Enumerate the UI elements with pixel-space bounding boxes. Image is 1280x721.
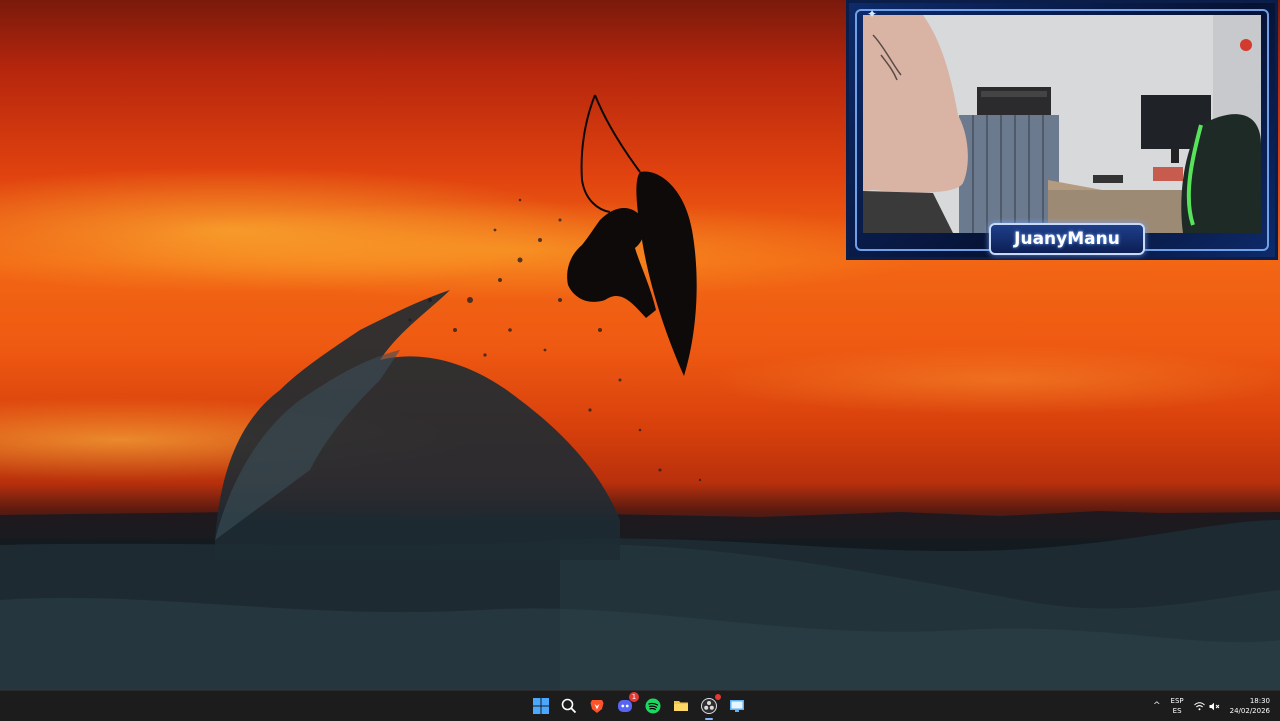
- spotify-button[interactable]: [642, 695, 664, 717]
- taskbar-apps: 1: [530, 691, 748, 721]
- wifi-icon: [1193, 701, 1205, 710]
- discord-notification-badge: 1: [629, 692, 639, 702]
- sparkle-icon: ✦: [867, 7, 878, 21]
- keyboard-layout: ES: [1172, 707, 1182, 715]
- language-indicator[interactable]: ESP ES: [1171, 696, 1184, 716]
- clock-date: 24/02/2026: [1229, 707, 1270, 715]
- start-button[interactable]: [530, 695, 552, 717]
- clock-time: 18:30: [1249, 697, 1270, 705]
- obs-recording-dot: [715, 694, 721, 700]
- streamer-nameplate: JuanyManu: [989, 223, 1145, 255]
- obs-button[interactable]: [698, 694, 721, 720]
- webcam-feed: [863, 15, 1261, 233]
- windows-start-icon: [533, 698, 549, 714]
- show-hidden-icons-button[interactable]: ^: [1153, 701, 1161, 711]
- webcam-scene: [863, 15, 1261, 233]
- discord-button[interactable]: 1: [614, 692, 639, 717]
- system-tray: ^ ESP ES 18:30 24/02/2026: [1153, 691, 1270, 721]
- folder-icon: [674, 701, 688, 711]
- quick-settings-button[interactable]: [1193, 701, 1220, 711]
- brave-browser-icon: [590, 700, 604, 713]
- language-code: ESP: [1170, 697, 1184, 705]
- obs-icon: [701, 698, 717, 714]
- remote-desktop-button[interactable]: [726, 695, 748, 717]
- streamer-name: JuanyManu: [1014, 229, 1120, 249]
- monitor-app-icon: [730, 700, 744, 712]
- taskbar: 1 ^ ESP ES 18:30 24/02/2026: [0, 690, 1280, 721]
- file-explorer-button[interactable]: [670, 695, 692, 717]
- search-icon: [561, 698, 577, 714]
- volume-muted-icon: [1209, 702, 1219, 710]
- clock[interactable]: 18:30 24/02/2026: [1230, 696, 1270, 716]
- webcam-overlay: ✦ JuanyManu: [846, 0, 1278, 260]
- spotify-icon: [645, 698, 661, 714]
- search-button[interactable]: [558, 695, 580, 717]
- brave-button[interactable]: [586, 695, 608, 717]
